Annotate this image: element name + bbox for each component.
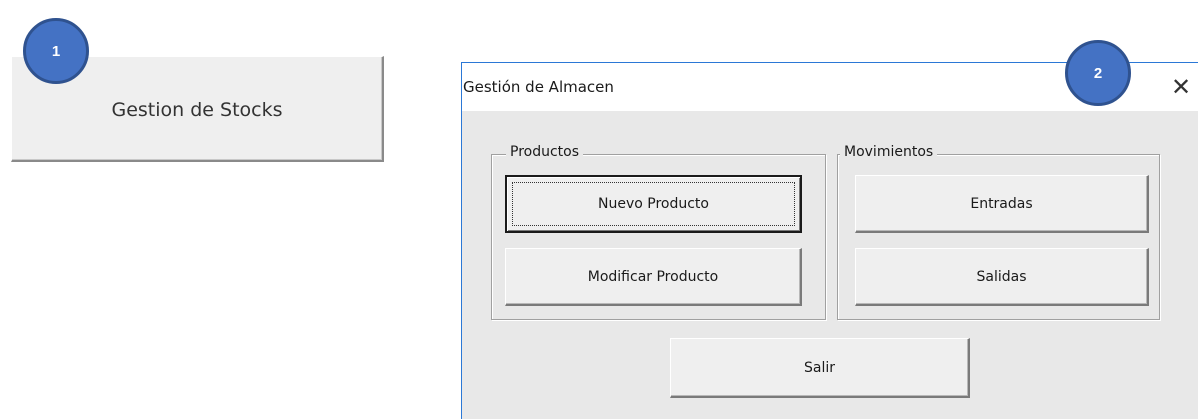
gestion-almacen-dialog: Gestión de Almacen ✕ Productos Nuevo Pro… bbox=[461, 62, 1198, 419]
close-icon: ✕ bbox=[1170, 73, 1192, 101]
entradas-button[interactable]: Entradas bbox=[855, 175, 1149, 233]
callout-number: 1 bbox=[51, 42, 61, 60]
close-button[interactable]: ✕ bbox=[1166, 72, 1196, 102]
salidas-label: Salidas bbox=[976, 268, 1027, 285]
movimientos-legend: Movimientos bbox=[840, 144, 938, 160]
callout-badge-2: 2 bbox=[1065, 40, 1131, 106]
salidas-button[interactable]: Salidas bbox=[855, 248, 1149, 306]
salir-label: Salir bbox=[803, 359, 835, 376]
modificar-producto-label: Modificar Producto bbox=[587, 268, 719, 285]
entradas-label: Entradas bbox=[970, 195, 1033, 212]
dialog-title: Gestión de Almacen bbox=[463, 78, 614, 96]
focus-rectangle bbox=[512, 182, 795, 226]
gestion-de-stocks-label: Gestion de Stocks bbox=[111, 98, 283, 121]
callout-badge-1: 1 bbox=[23, 18, 89, 84]
nuevo-producto-button[interactable]: Nuevo Producto bbox=[505, 175, 802, 233]
callout-number: 2 bbox=[1093, 64, 1103, 82]
salir-button[interactable]: Salir bbox=[670, 338, 970, 398]
productos-legend: Productos bbox=[506, 144, 584, 160]
modificar-producto-button[interactable]: Modificar Producto bbox=[505, 248, 802, 306]
